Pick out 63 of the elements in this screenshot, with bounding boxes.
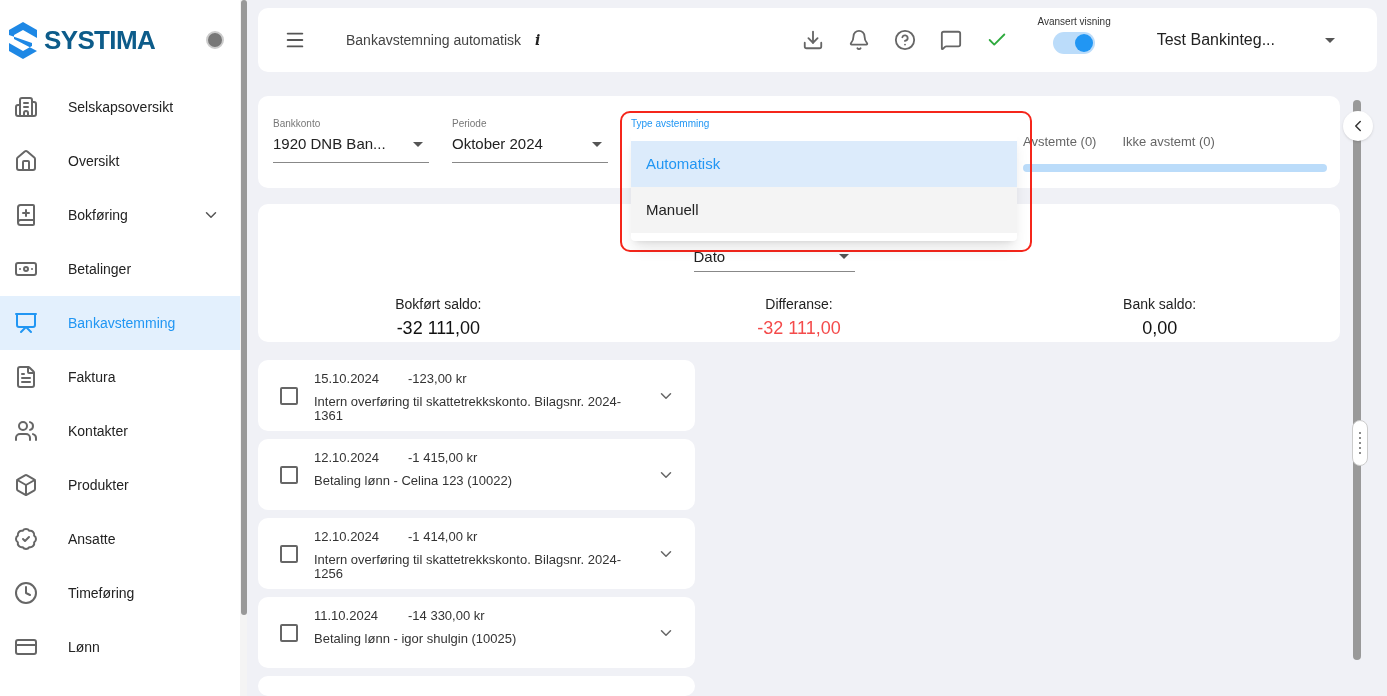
sidebar-item[interactable]: Ansatte: [0, 512, 240, 566]
page-title: Bankavstemning automatisk: [346, 30, 522, 50]
transaction-amount: -1 415,00 kr: [408, 449, 478, 467]
sidebar-item[interactable]: Betalinger: [0, 242, 240, 296]
bell-icon[interactable]: [847, 29, 870, 52]
badge-icon: [14, 527, 38, 551]
help-icon[interactable]: [893, 29, 916, 52]
sidebar-item[interactable]: Lønn: [0, 620, 240, 674]
transaction-amount: -14 330,00 kr: [408, 607, 485, 625]
caret-icon: [592, 141, 602, 147]
logo-text: SYSTIMA: [44, 23, 155, 57]
home-icon: [14, 149, 38, 173]
bankkonto-select[interactable]: Bankkonto 1920 DNB Ban...: [273, 116, 429, 163]
total-value: -32 111,00: [396, 317, 481, 340]
transaction-date: 11.10.2024: [314, 607, 380, 625]
total-label: Bokført saldo:: [395, 295, 482, 314]
company-select[interactable]: Test Bankinteg...: [1156, 28, 1335, 53]
sidebar-item[interactable]: Selskapsoversikt: [0, 80, 240, 134]
sort-select[interactable]: Dato: [693, 245, 855, 272]
building-icon: [14, 95, 38, 119]
transaction-date: 12.10.2024: [314, 528, 381, 546]
presenter-icon: [14, 311, 38, 335]
tab[interactable]: Ikke avstemt (0): [1122, 132, 1215, 152]
menu-option[interactable]: Manuell: [631, 187, 1017, 233]
toggle-switch[interactable]: [1053, 32, 1096, 55]
transaction-date: 15.10.2024: [314, 370, 381, 388]
sidebar-item[interactable]: Kontakter: [0, 404, 240, 458]
transaction-description: Intern overføring til skattetrekkskonto. Bilagsnr. 2024-1361: [314, 394, 623, 423]
sidebar-item[interactable]: Oversikt: [0, 134, 240, 188]
sidebar-item[interactable]: Faktura: [0, 350, 240, 404]
clock-icon: [14, 581, 38, 605]
checkbox[interactable]: [280, 544, 298, 563]
chat-icon[interactable]: [939, 29, 962, 52]
total-label: Differanse:: [765, 295, 833, 314]
transaction-amount: -1 414,00 kr: [408, 528, 478, 546]
download-icon[interactable]: [801, 29, 824, 52]
checkbox[interactable]: [280, 623, 298, 642]
caret-icon: [1325, 37, 1335, 43]
sidebar-item[interactable]: Produkter: [0, 458, 240, 512]
logo-icon: [8, 21, 38, 59]
people-icon: [14, 419, 38, 443]
checkbox[interactable]: [280, 465, 298, 484]
total-value: 0,00: [1142, 317, 1178, 340]
box-icon: [14, 473, 38, 497]
transaction-date: 12.10.2024: [314, 449, 381, 467]
caret-icon: [413, 141, 423, 147]
checkbox[interactable]: [280, 386, 298, 405]
total-value: -32 111,00: [757, 317, 841, 340]
document-icon: [14, 365, 38, 389]
transaction-description: Betaling lønn - igor shulgin (10025): [314, 631, 518, 646]
sidebar-item[interactable]: Bokføring: [0, 188, 240, 242]
drag-handle[interactable]: [1352, 420, 1368, 466]
transaction-description: Intern overføring til skattetrekkskonto. Bilagsnr. 2024-1256: [314, 552, 623, 581]
total-label: Bank saldo:: [1123, 295, 1197, 314]
toggle-label: Avansert visning: [1037, 15, 1111, 30]
transaction-description: Betaling lønn - Celina 123 (10022): [314, 473, 513, 488]
periode-select[interactable]: Periode Oktober 2024: [452, 116, 608, 163]
caret-icon: [838, 254, 849, 260]
sidebar-item[interactable]: Timeføring: [0, 566, 240, 620]
book-plus-icon: [14, 203, 38, 227]
transaction-amount: -123,00 kr: [408, 370, 467, 388]
collapse-button[interactable]: [1343, 111, 1373, 141]
info-icon[interactable]: i: [535, 29, 541, 51]
